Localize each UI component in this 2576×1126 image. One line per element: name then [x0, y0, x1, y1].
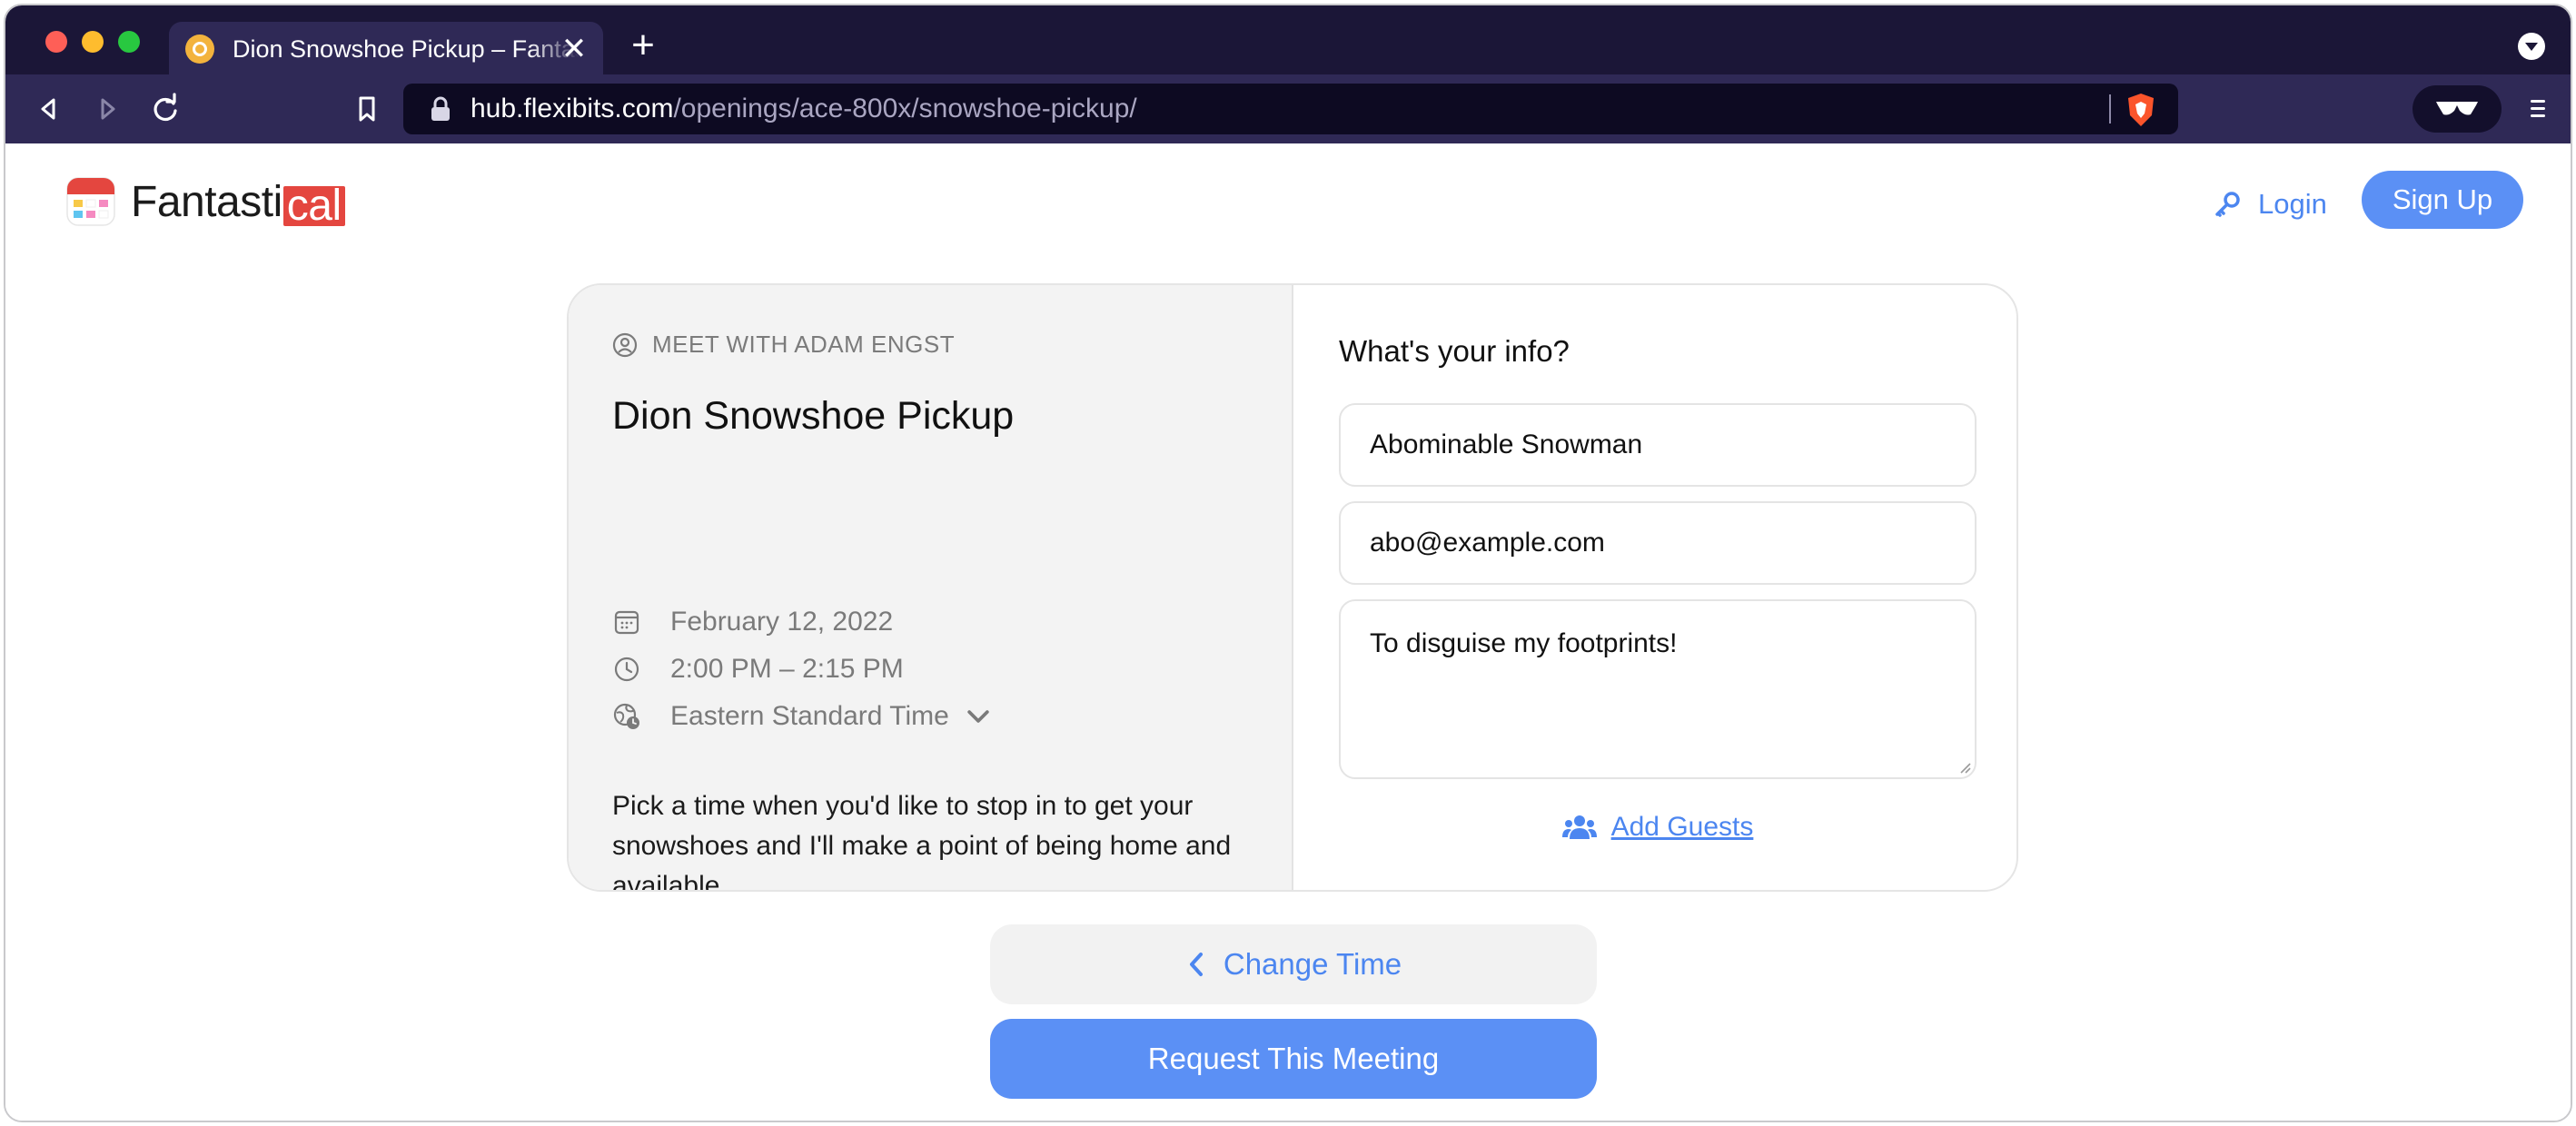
new-tab-button[interactable]: +: [623, 25, 663, 65]
resize-handle-icon[interactable]: [1958, 761, 1971, 774]
clock-icon: [614, 657, 639, 682]
timezone-selector[interactable]: Eastern Standard Time: [612, 701, 1022, 732]
minimize-window-button[interactable]: [82, 31, 104, 53]
calendar-logo-icon: [66, 177, 115, 226]
chevron-right-icon: [101, 98, 115, 120]
meet-with-label: MEET WITH ADAM ENGST: [612, 331, 955, 359]
add-guests-link[interactable]: Add Guests: [1295, 812, 2016, 843]
logo-text-main: Fantasti: [131, 177, 282, 226]
event-date: February 12, 2022: [670, 607, 894, 637]
login-label: Login: [2258, 188, 2327, 220]
event-description: Pick a time when you'd like to stop in t…: [612, 791, 1232, 892]
chevron-left-icon: [41, 98, 55, 120]
logo-text-accent: cal: [282, 183, 345, 227]
event-time: 2:00 PM – 2:15 PM: [670, 654, 904, 684]
email-input[interactable]: [1339, 501, 1977, 585]
close-tab-icon[interactable]: ✕: [560, 34, 589, 64]
form-heading: What's your info?: [1339, 334, 1570, 368]
chevron-left-icon: [1189, 953, 1203, 976]
info-form-panel: What's your info? To disguise my footpri…: [1295, 285, 2016, 890]
url-path: /openings/ace-800x/snowshoe-pickup/: [673, 94, 1137, 123]
bookmark-button[interactable]: [347, 89, 387, 129]
fantastical-logo[interactable]: Fantasti cal: [65, 176, 345, 227]
browser-tab[interactable]: Dion Snowshoe Pickup – Fantastical ✕: [169, 22, 603, 76]
tab-bar: Dion Snowshoe Pickup – Fantastical ✕ +: [5, 5, 2571, 76]
reload-button[interactable]: [145, 89, 185, 129]
event-date-row: February 12, 2022: [612, 607, 893, 637]
favicon-icon: [185, 35, 214, 64]
url-text: hub.flexibits.com/openings/ace-800x/snow…: [471, 94, 1137, 124]
event-details-panel: MEET WITH ADAM ENGST Dion Snowshoe Picku…: [569, 285, 1293, 890]
browser-toolbar: hub.flexibits.com/openings/ace-800x/snow…: [5, 74, 2571, 143]
address-bar[interactable]: hub.flexibits.com/openings/ace-800x/snow…: [403, 84, 2178, 134]
event-title: Dion Snowshoe Pickup: [612, 394, 1015, 438]
url-divider: [2109, 94, 2111, 123]
tab-list-dropdown-icon[interactable]: [2518, 33, 2545, 60]
reader-mode-button[interactable]: [2413, 85, 2502, 133]
reload-icon: [154, 93, 177, 122]
lock-icon: [431, 96, 450, 121]
event-time-row: 2:00 PM – 2:15 PM: [612, 654, 904, 685]
calendar-icon: [614, 610, 639, 635]
reader-mode-icon: [2436, 102, 2478, 115]
menu-button[interactable]: [2520, 91, 2556, 127]
change-time-label: Change Time: [1223, 947, 1402, 981]
booking-card: MEET WITH ADAM ENGST Dion Snowshoe Picku…: [567, 283, 2018, 892]
close-window-button[interactable]: [45, 31, 67, 53]
add-guests-label: Add Guests: [1610, 812, 1754, 842]
bookmark-icon: [359, 96, 375, 122]
zoom-window-button[interactable]: [118, 31, 140, 53]
person-circle-icon: [612, 332, 638, 357]
change-time-button[interactable]: Change Time: [990, 924, 1597, 1004]
chevron-down-icon: [967, 710, 989, 723]
event-timezone: Eastern Standard Time: [670, 701, 949, 731]
sign-up-button[interactable]: Sign Up: [2362, 171, 2523, 229]
url-host: hub.flexibits.com: [471, 94, 674, 123]
hamburger-menu-icon: [2531, 100, 2545, 117]
forward-button[interactable]: [87, 89, 127, 129]
globe-clock-icon: [613, 703, 639, 729]
logo-wordmark: Fantasti cal: [131, 177, 345, 227]
login-link[interactable]: Login: [2213, 180, 2327, 229]
note-textarea[interactable]: To disguise my footprints!: [1339, 599, 1977, 779]
browser-window: Dion Snowshoe Pickup – Fantastical ✕ +: [4, 4, 2572, 1122]
tab-title: Dion Snowshoe Pickup – Fantastical: [233, 35, 580, 63]
meet-with-text: MEET WITH ADAM ENGST: [652, 331, 956, 358]
name-input[interactable]: [1339, 403, 1977, 487]
key-icon: [2215, 192, 2240, 217]
users-icon: [1561, 815, 1597, 839]
back-button[interactable]: [29, 89, 69, 129]
web-page: Fantasti cal Login Sign Up MEET WITH ADA…: [5, 143, 2571, 1121]
brave-shield-icon[interactable]: [2124, 92, 2158, 128]
request-meeting-button[interactable]: Request This Meeting: [990, 1019, 1597, 1099]
